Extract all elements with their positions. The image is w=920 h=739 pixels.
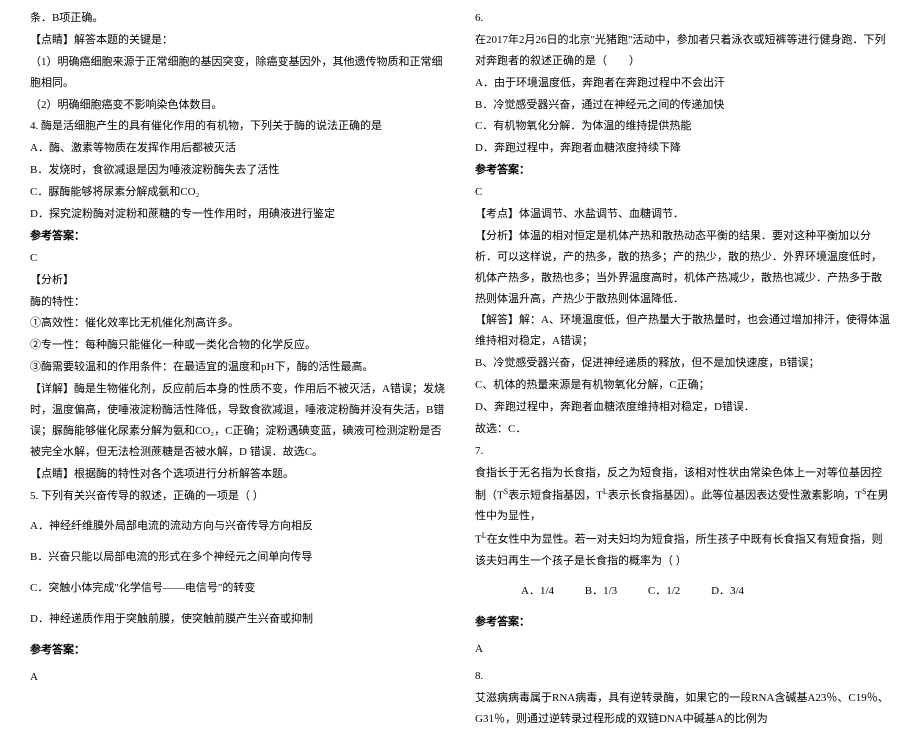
question-5: 5. 下列有关兴奋传导的叙述，正确的一项是（ ） <box>30 486 445 507</box>
explanation: 【详解】酶是生物催化剂，反应前后本身的性质不变，作用后不被灭活，A错误；发烧时，… <box>30 379 445 463</box>
analysis: 【分析】体温的相对恒定是机体产热和散热动态平衡的结果．要对这种平衡加以分析．可以… <box>475 226 890 310</box>
option-b: B．1/3 <box>557 585 617 597</box>
text-line: ③酶需要较温和的作用条件：在最适宜的温度和pH下，酶的活性最高。 <box>30 357 445 378</box>
option-a: A．酶、激素等物质在发挥作用后都被灭活 <box>30 138 445 159</box>
option-b: B．兴奋只能以局部电流的形式在多个神经元之间单向传导 <box>30 547 445 568</box>
analysis-heading: 【分析】 <box>30 270 445 291</box>
option-c: C．突触小体完成"化学信号——电信号"的转变 <box>30 578 445 599</box>
answer-heading: 参考答案： <box>30 226 445 247</box>
text-line: （2）明确细胞癌变不影响染色体数目。 <box>30 95 445 116</box>
question-7-text-cont: TL在女性中为显性。若一对夫妇均为短食指，所生孩子中既有长食指又有短食指，则该夫… <box>475 528 890 571</box>
answer: C <box>30 248 445 269</box>
question-8: 8. <box>475 666 890 687</box>
option-a: A．神经纤维膜外局部电流的流动方向与兴奋传导方向相反 <box>30 516 445 537</box>
option-c: C．1/2 <box>620 585 680 597</box>
question-7-text: 食指长于无名指为长食指，反之为短食指，该相对性状由常染色体上一对等位基因控制（T… <box>475 463 890 527</box>
answer-heading: 参考答案： <box>475 160 890 181</box>
left-column: 条．B项正确。 【点睛】解答本题的关键是： （1）明确癌细胞来源于正常细胞的基因… <box>15 8 460 731</box>
text-line: 故选：C． <box>475 419 890 440</box>
text-line: 条．B项正确。 <box>30 8 445 29</box>
question-6-text: 在2017年2月26日的北京"光猪跑"活动中，参加者只着泳衣或短裤等进行健身跑．… <box>475 30 890 72</box>
option-c: C．脲酶能够将尿素分解成氨和CO₂ <box>30 182 445 203</box>
option-a: A．1/4 <box>493 585 554 597</box>
option-b: B．冷觉感受器兴奋，通过在神经元之间的传递加快 <box>475 95 890 116</box>
text-line: B、冷觉感受器兴奋，促进神经递质的释放，但不是加快速度，B错误； <box>475 353 890 374</box>
text-line: ①高效性：催化效率比无机催化剂高许多。 <box>30 313 445 334</box>
option-b: B．发烧时，食欲减退是因为唾液淀粉酶失去了活性 <box>30 160 445 181</box>
text-line: （1）明确癌细胞来源于正常细胞的基因突变，除癌变基因外，其他遗传物质和正常细胞相… <box>30 52 445 94</box>
answer-heading: 参考答案： <box>30 640 445 661</box>
tip: 【点睛】根据酶的特性对各个选项进行分析解答本题。 <box>30 464 445 485</box>
question-6: 6. <box>475 8 890 29</box>
option-c: C．有机物氧化分解．为体温的维持提供热能 <box>475 116 890 137</box>
text-line: D、奔跑过程中，奔跑者血糖浓度维持相对稳定，D错误． <box>475 397 890 418</box>
option-a: A．由于环境温度低，奔跑者在奔跑过程中不会出汗 <box>475 73 890 94</box>
option-d: D．3/4 <box>683 585 744 597</box>
topic: 【考点】体温调节、水盐调节、血糖调节． <box>475 204 890 225</box>
option-d: D．探究淀粉酶对淀粉和蔗糖的专一性作用时，用碘液进行鉴定 <box>30 204 445 225</box>
question-7: 7. <box>475 441 890 462</box>
text-line: C、机体的热量来源是有机物氧化分解，C正确； <box>475 375 890 396</box>
text-line: 【点睛】解答本题的关键是： <box>30 30 445 51</box>
question-4: 4. 酶是活细胞产生的具有催化作用的有机物，下列关于酶的说法正确的是 <box>30 116 445 137</box>
answer: A <box>30 667 445 688</box>
answer: A <box>475 639 890 660</box>
text-line: 酶的特性： <box>30 292 445 313</box>
answer: C <box>475 182 890 203</box>
question-8-text: 艾滋病病毒属于RNA病毒，具有逆转录酶，如果它的一段RNA含碱基A23％、C19… <box>475 688 890 730</box>
explanation: 【解答】解：A、环境温度低，但产热量大于散热量时，也会通过增加排汗，使得体温维持… <box>475 310 890 352</box>
option-d: D．神经递质作用于突触前膜，使突触前膜产生兴奋或抑制 <box>30 609 445 630</box>
option-d: D．奔跑过程中，奔跑者血糖浓度持续下降 <box>475 138 890 159</box>
options-row: A．1/4 B．1/3 C．1/2 D．3/4 <box>475 581 890 602</box>
right-column: 6. 在2017年2月26日的北京"光猪跑"活动中，参加者只着泳衣或短裤等进行健… <box>460 8 905 731</box>
answer-heading: 参考答案： <box>475 612 890 633</box>
text-line: ②专一性：每种酶只能催化一种或一类化合物的化学反应。 <box>30 335 445 356</box>
